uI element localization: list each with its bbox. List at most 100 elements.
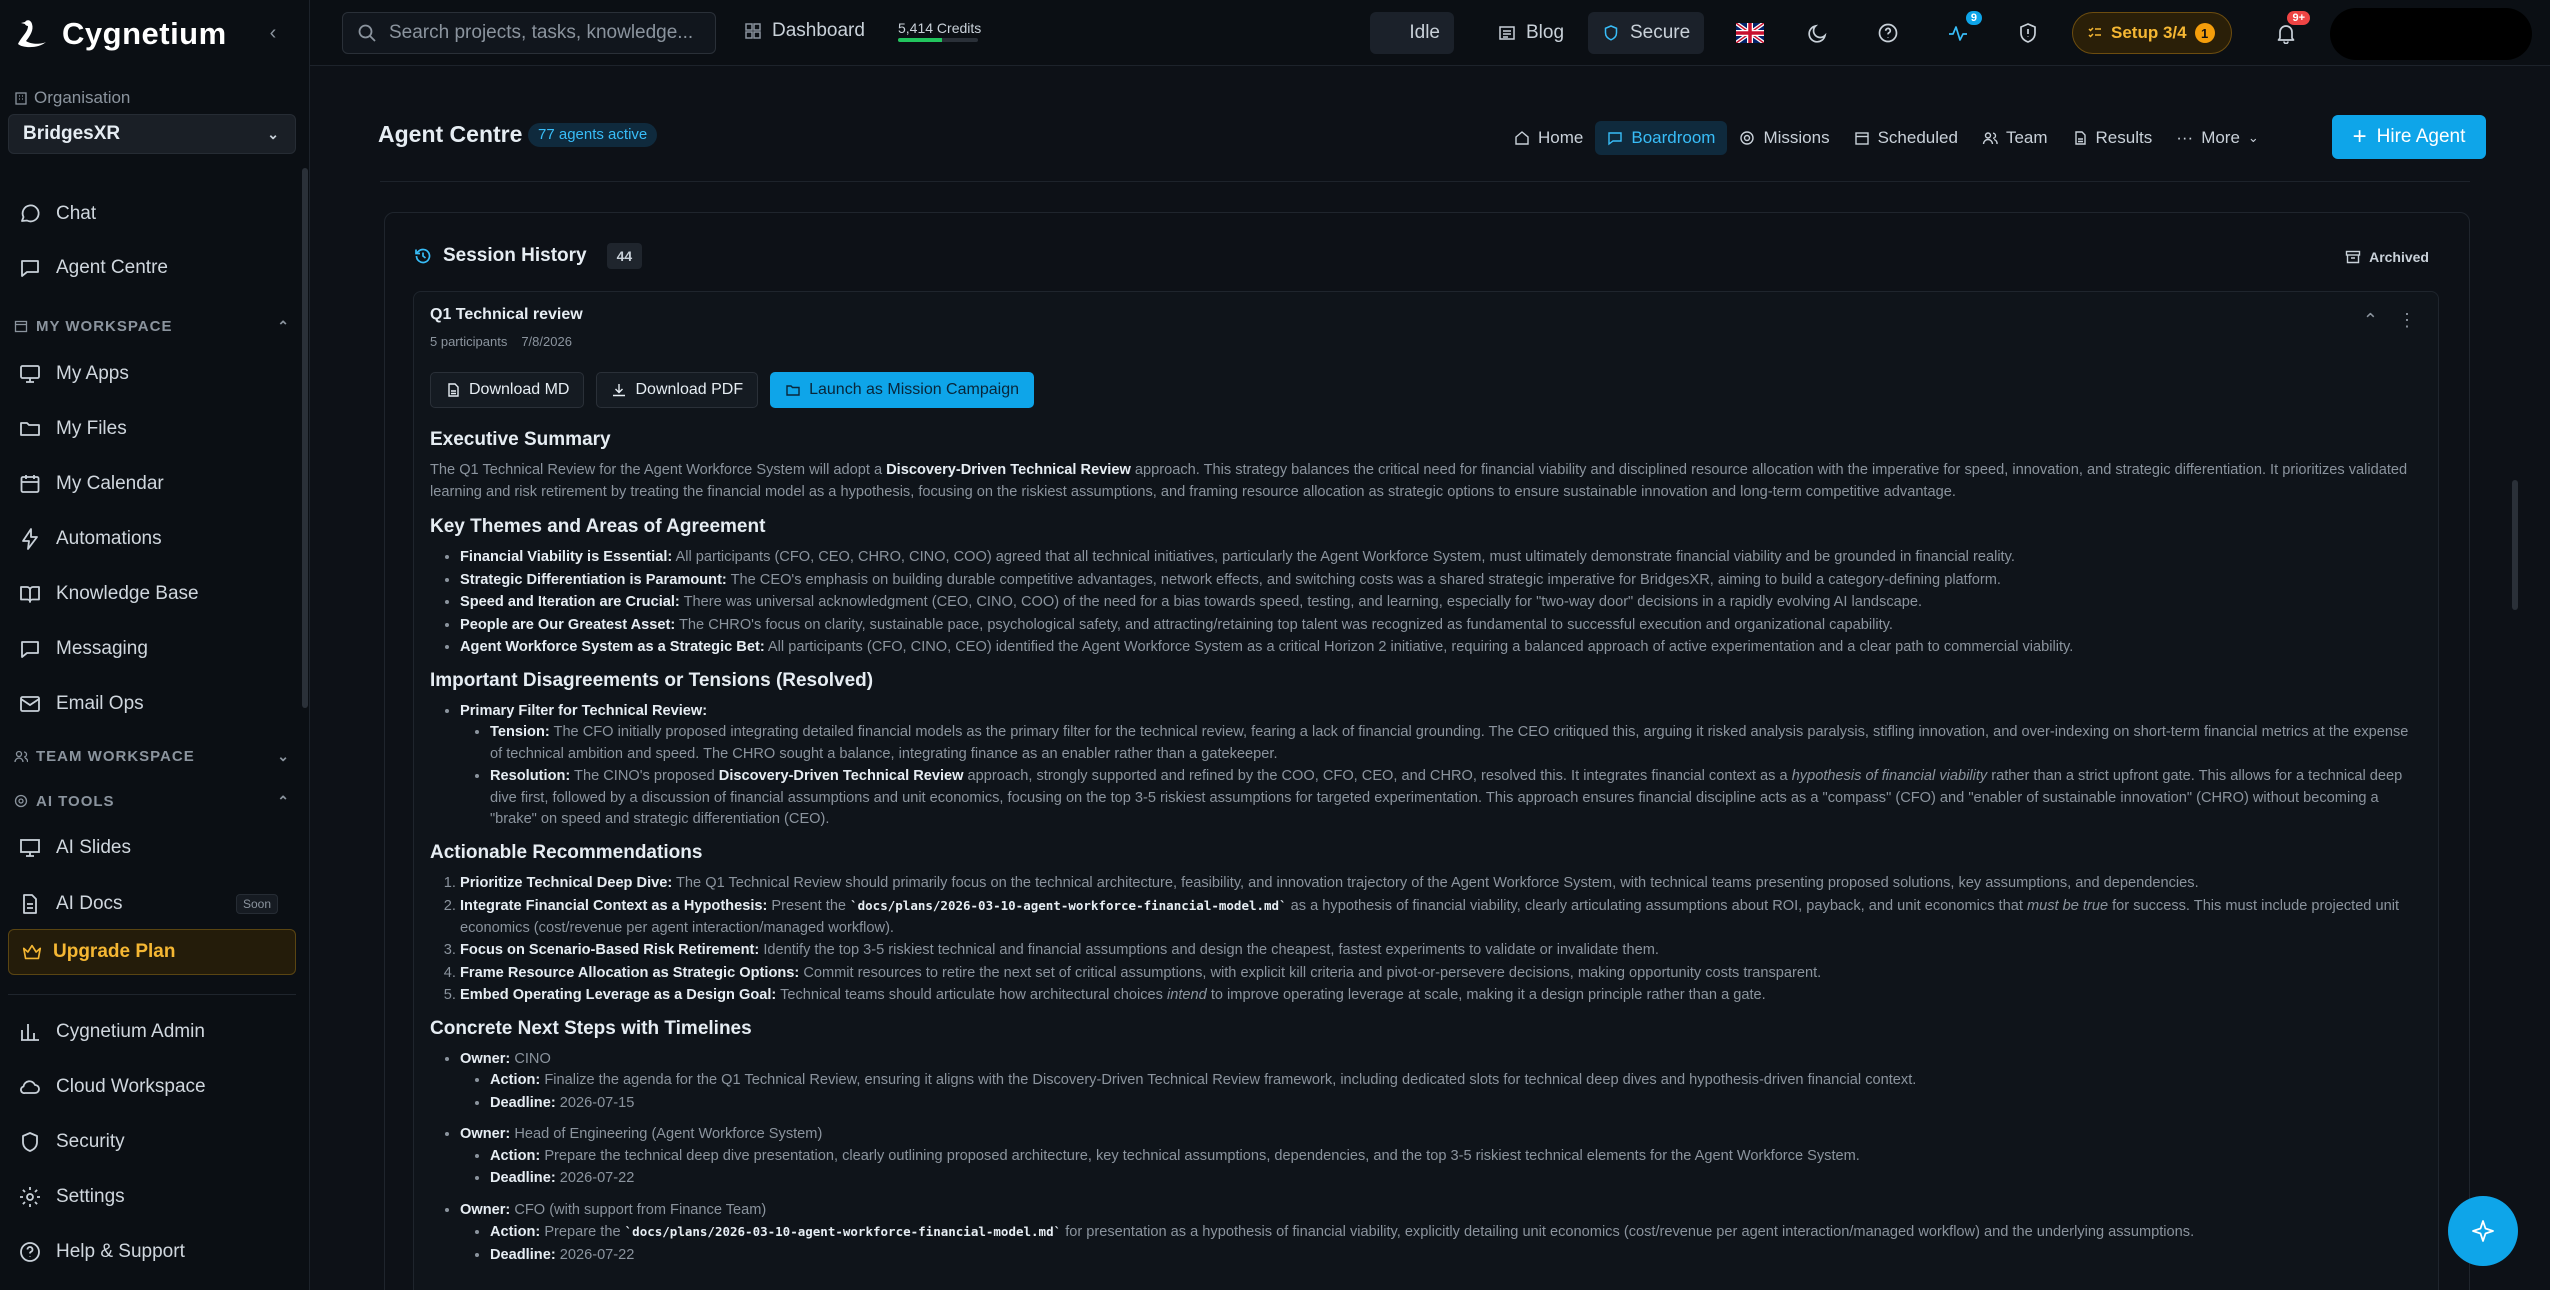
bold-span: Focus on Scenario-Based Risk Retirement: [460, 942, 760, 958]
list-item: Integrate Financial Context as a Hypothe… [460, 895, 2420, 939]
section-team-workspace[interactable]: TEAM WORKSPACE ⌄ [14, 744, 290, 768]
tab-boardroom[interactable]: Boardroom [1595, 121, 1728, 155]
text-span: Technical teams should articulate how ar… [776, 987, 1168, 1003]
sidebar-item-label: Agent Centre [56, 257, 168, 278]
dashboard-link[interactable]: Dashboard [744, 20, 865, 42]
main-scrollbar[interactable] [2512, 480, 2518, 610]
search-icon [358, 24, 376, 42]
tab-team[interactable]: Team [1970, 121, 2060, 155]
sidebar-item-agent-centre[interactable]: Agent Centre [8, 248, 296, 288]
list-item: Frame Resource Allocation as Strategic O… [460, 963, 2420, 985]
sidebar-item-security[interactable]: Security [8, 1122, 296, 1162]
list-item: Deadline: 2026-07-15 [490, 1093, 2420, 1115]
sidebar-item-cygnetium-admin[interactable]: Cygnetium Admin [8, 1012, 296, 1052]
monitor-icon [20, 365, 40, 383]
chevron-down-icon: ⌄ [277, 747, 290, 764]
folder-icon [20, 422, 40, 436]
user-profile-menu[interactable] [2330, 8, 2532, 60]
chevron-up-icon: ⌃ [277, 317, 290, 334]
security-check-icon[interactable] [2014, 19, 2042, 47]
download-md-button[interactable]: Download MD [430, 372, 585, 408]
sidebar-item-ai-docs[interactable]: AI Docs Soon [8, 884, 296, 924]
tab-results[interactable]: Results [2060, 121, 2165, 155]
session-card: Q1 Technical review 5 participants 7/8/2… [413, 291, 2439, 1290]
pulse-icon [1949, 26, 1967, 41]
sidebar-item-cloud-workspace[interactable]: Cloud Workspace [8, 1067, 296, 1107]
file-icon [448, 383, 459, 397]
help-icon[interactable] [1874, 19, 1902, 47]
italic-span: must be true [2026, 898, 2109, 914]
download-pdf-button[interactable]: Download PDF [596, 372, 759, 408]
text-span: Head of Engineering (Agent Workforce Sys… [510, 1126, 823, 1142]
secure-status-pill[interactable]: Secure [1588, 12, 1705, 54]
tab-missions[interactable]: Missions [1727, 121, 1841, 155]
sidebar-scrollbar[interactable] [302, 168, 308, 708]
list-item: Embed Operating Leverage as a Design Goa… [460, 985, 2420, 1007]
sidebar-item-email-ops[interactable]: Email Ops [8, 684, 296, 724]
sidebar-item-help-support[interactable]: Help & Support [8, 1232, 296, 1272]
more-vertical-icon[interactable]: ⋮ [2398, 310, 2416, 331]
list-item: Primary Filter for Technical Review: Ten… [460, 701, 2420, 831]
tab-more[interactable]: ··· More ⌄ [2164, 121, 2271, 155]
bold-span: Primary Filter for Technical Review: [460, 702, 708, 719]
sidebar-item-knowledge-base[interactable]: Knowledge Base [8, 574, 296, 614]
text-span: approach, strongly supported and refined… [963, 768, 1792, 784]
bold-span: Financial Viability is Essential: [460, 549, 673, 565]
assistant-fab-button[interactable] [2448, 1196, 2518, 1266]
uk-flag-icon[interactable] [1736, 19, 1764, 47]
sidebar-item-ai-slides[interactable]: AI Slides [8, 828, 296, 868]
agents-active-badge: 77 agents active [528, 123, 658, 147]
recommendations-list: Prioritize Technical Deep Dive: The Q1 T… [430, 873, 2420, 1007]
sidebar-item-my-files[interactable]: My Files [8, 409, 296, 449]
sidebar-item-my-calendar[interactable]: My Calendar [8, 464, 296, 504]
tab-home[interactable]: Home [1502, 121, 1595, 155]
status-idle-pill[interactable]: Idle [1370, 12, 1454, 54]
text-span: The CEO's emphasis on building durable c… [726, 571, 2001, 588]
dark-mode-icon[interactable] [1804, 19, 1832, 47]
archived-button[interactable]: Archived [2345, 249, 2429, 265]
notifications-button[interactable]: 9+ [2272, 11, 2310, 47]
text-span: Prepare the technical deep dive presenta… [540, 1147, 1860, 1164]
list-item: Resolution: The CINO's proposed Discover… [490, 766, 2420, 831]
organisation-select[interactable]: BridgesXR ⌄ [8, 114, 296, 154]
chat-bubble-icon [21, 204, 40, 223]
secure-label: Secure [1630, 22, 1691, 43]
section-ai-tools[interactable]: AI TOOLS ⌃ [14, 789, 290, 813]
brand-logo[interactable]: Cygnetium [12, 14, 227, 54]
launch-mission-campaign-button[interactable]: Launch as Mission Campaign [770, 372, 1034, 408]
text-span: Identify the top 3-5 riskiest technical … [759, 942, 1659, 958]
bold-span: People are Our Greatest Asset: [460, 616, 676, 633]
sidebar: Cygnetium ‹ Organisation BridgesXR ⌄ Cha… [0, 0, 310, 1290]
blog-link[interactable]: Blog [1484, 12, 1578, 54]
tab-scheduled[interactable]: Scheduled [1842, 121, 1970, 155]
nested-list: Tension: The CFO initially proposed inte… [460, 722, 2420, 831]
sidebar-item-messaging[interactable]: Messaging [8, 629, 296, 669]
chevron-up-icon: ⌃ [277, 792, 290, 809]
section-my-workspace[interactable]: MY WORKSPACE ⌃ [14, 314, 290, 338]
message-square-icon [1608, 132, 1623, 146]
download-pdf-label: Download PDF [635, 381, 744, 398]
swan-logo-icon [18, 20, 46, 48]
setup-progress-button[interactable]: Setup 3/4 1 [2072, 12, 2232, 54]
collapse-sidebar-icon[interactable]: ‹ [262, 22, 284, 44]
upgrade-plan-button[interactable]: Upgrade Plan [8, 929, 296, 975]
chevron-up-icon[interactable]: ⌃ [2363, 310, 2378, 331]
sidebar-item-chat[interactable]: Chat [8, 194, 296, 234]
list-item: Owner: CINO Action: Finalize the agenda … [460, 1049, 2420, 1115]
text-span: The Q1 Technical Review for the Agent Wo… [430, 462, 887, 478]
sidebar-item-automations[interactable]: Automations [8, 519, 296, 559]
nested-list: Action: Prepare the `docs/plans/2026-03-… [460, 1221, 2420, 1266]
bold-span: Owner: [460, 1126, 511, 1142]
activity-icon[interactable]: 9 [1944, 11, 1982, 47]
list-item: Deadline: 2026-07-22 [490, 1168, 2420, 1190]
list-item: Agent Workforce System as a Strategic Be… [460, 637, 2420, 659]
disagreements-heading: Important Disagreements or Tensions (Res… [430, 669, 874, 691]
app-root: Cygnetium ‹ Organisation BridgesXR ⌄ Cha… [0, 0, 2550, 1290]
search-input[interactable]: Search projects, tasks, knowledge... [342, 12, 716, 54]
session-meta: 5 participants 7/8/2026 [430, 334, 572, 349]
sidebar-item-my-apps[interactable]: My Apps [8, 354, 296, 394]
hire-agent-button[interactable]: + Hire Agent [2332, 115, 2486, 159]
session-history-header: Session History 44 [413, 243, 643, 269]
sidebar-item-settings[interactable]: Settings [8, 1177, 296, 1217]
key-themes-heading: Key Themes and Areas of Agreement [430, 516, 766, 537]
